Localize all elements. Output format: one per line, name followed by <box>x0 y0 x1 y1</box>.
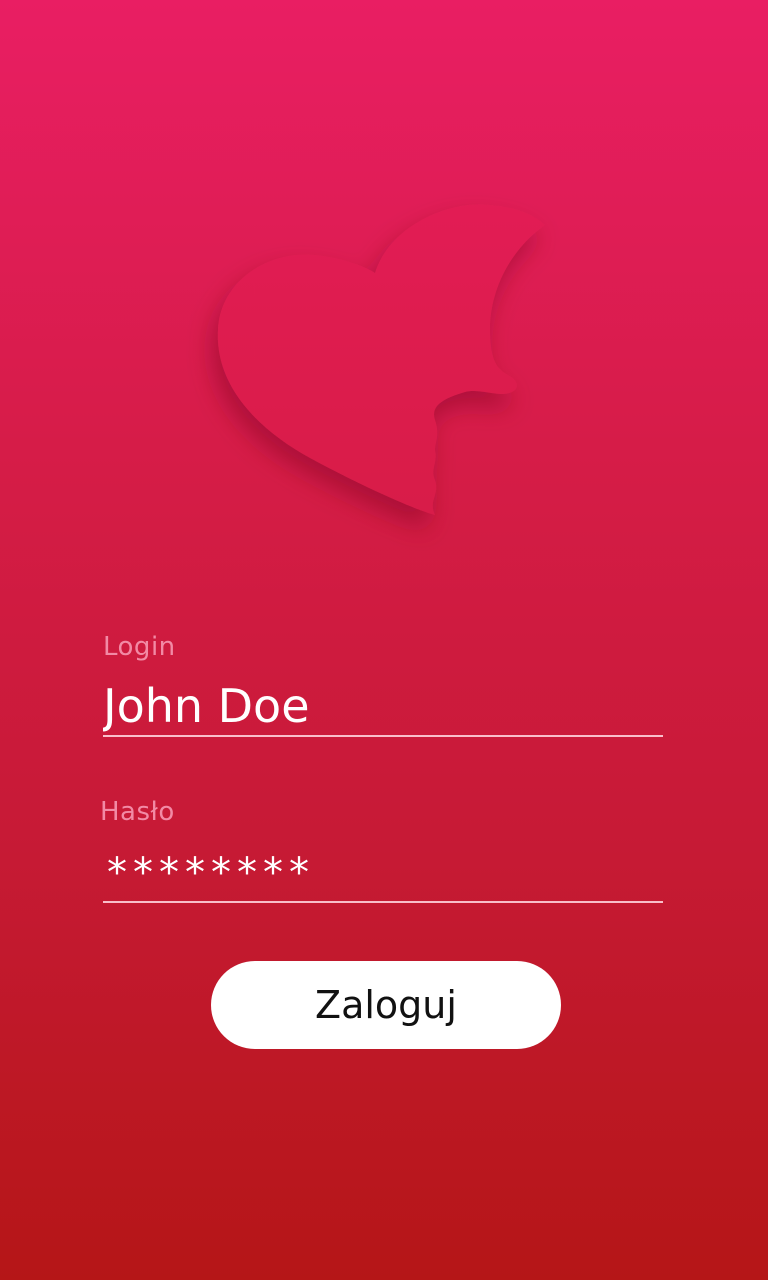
password-underline <box>103 901 663 903</box>
login-button[interactable]: Zaloguj <box>211 961 561 1049</box>
password-input[interactable]: ******** <box>107 848 667 898</box>
login-underline <box>103 735 663 737</box>
password-label: Hasło <box>100 797 175 827</box>
heart-face-icon <box>190 180 580 550</box>
login-label: Login <box>103 632 176 662</box>
login-input[interactable] <box>103 676 663 736</box>
login-screen: Login Hasło ******** Zaloguj <box>0 0 768 1280</box>
